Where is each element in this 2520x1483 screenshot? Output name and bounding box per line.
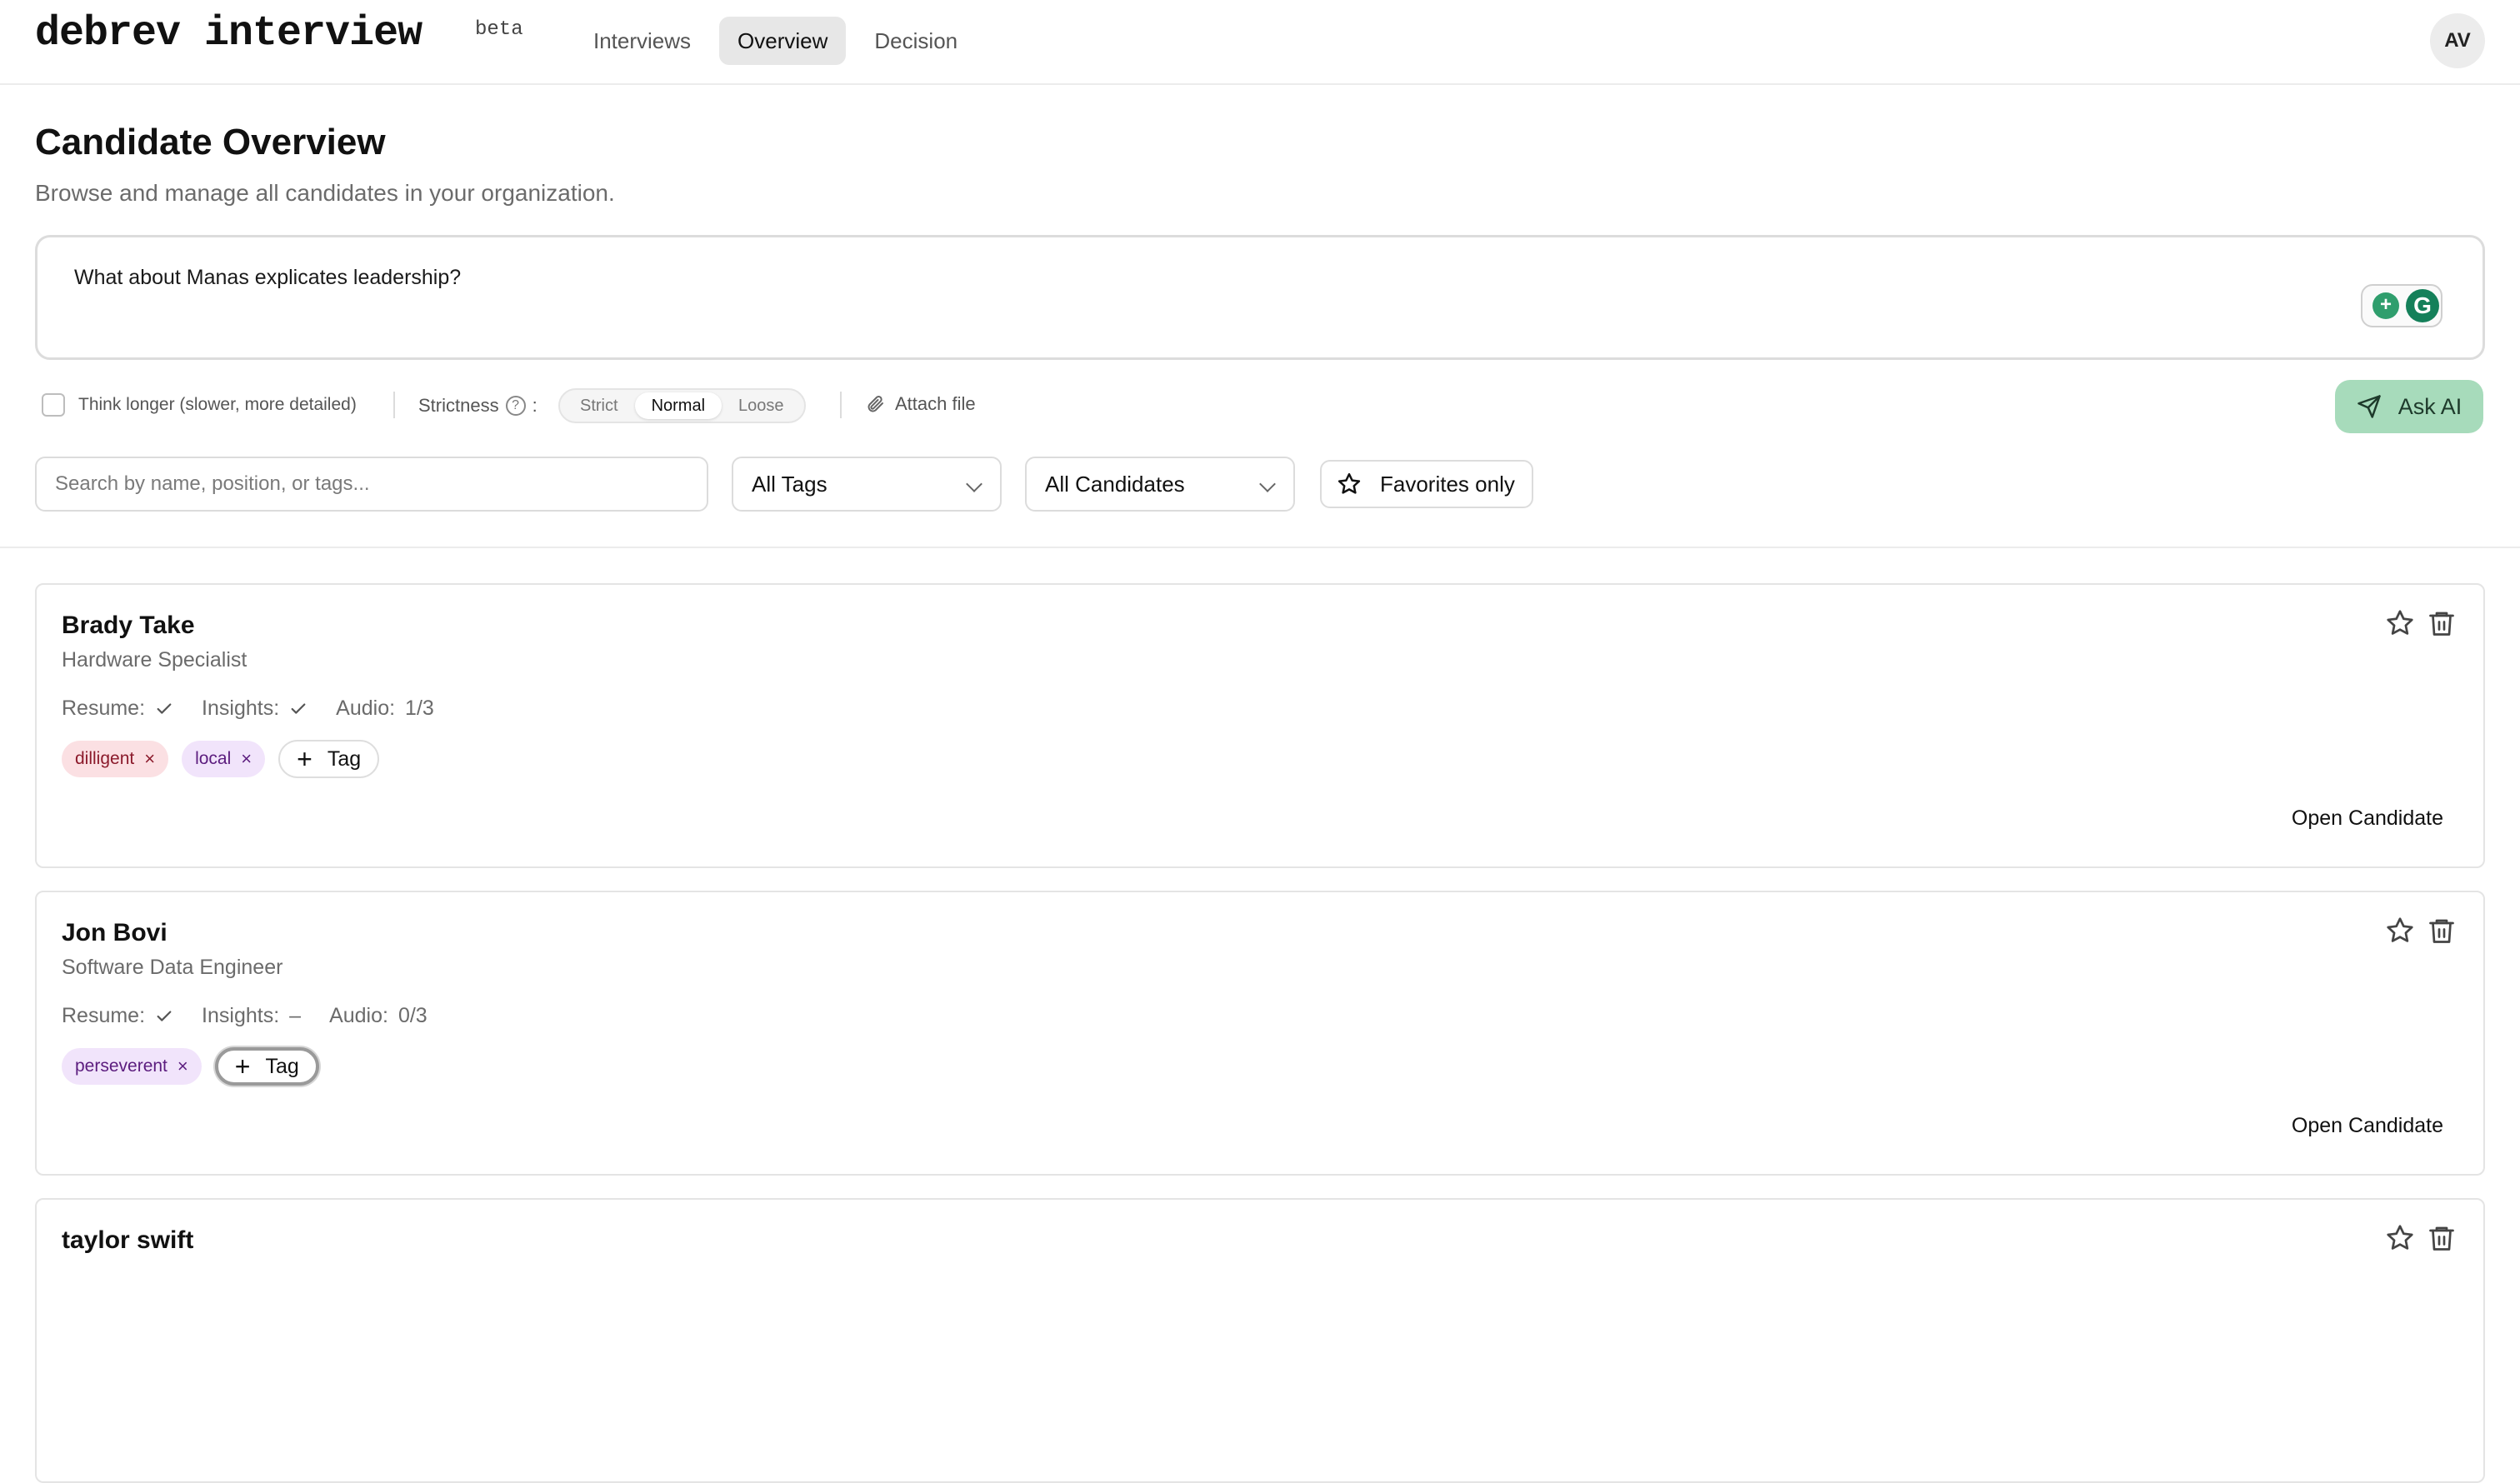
candidate-status-row: Resume: Insights: Audio: 1/3 (62, 697, 434, 721)
check-icon (157, 1010, 172, 1021)
strictness-strict[interactable]: Strict (563, 392, 635, 419)
strictness-label: Strictness (418, 395, 499, 416)
favorites-only-label: Favorites only (1380, 471, 1515, 497)
candidate-search-input[interactable] (35, 457, 708, 512)
open-candidate-link[interactable]: Open Candidate (2292, 1114, 2443, 1138)
paperclip-icon (868, 396, 883, 412)
page-subtitle: Browse and manage all candidates in your… (35, 180, 615, 206)
trash-icon[interactable] (2427, 608, 2457, 638)
audio-label: Audio: (336, 697, 396, 720)
resume-label: Resume: (62, 697, 146, 720)
tags-filter-value: All Tags (752, 472, 828, 497)
remove-tag-icon[interactable]: × (178, 1057, 188, 1076)
plus-icon: + (297, 744, 312, 774)
nav-tab-decision[interactable]: Decision (856, 17, 976, 65)
strictness-normal[interactable]: Normal (634, 392, 722, 419)
user-avatar[interactable]: AV (2430, 13, 2485, 68)
plus-icon: + (234, 1051, 251, 1081)
think-longer-checkbox[interactable] (42, 393, 65, 417)
candidate-name: taylor swift (62, 1226, 194, 1254)
candidate-name: Jon Bovi (62, 919, 168, 946)
insights-status: Insights: (202, 697, 308, 721)
tag-chip: dilligent × (62, 741, 169, 777)
grammarly-widget[interactable]: + G (2361, 284, 2442, 327)
help-icon[interactable]: ? (505, 396, 526, 416)
top-navigation-bar: debrev interview beta Interviews Overvie… (0, 0, 2520, 85)
divider (393, 392, 395, 418)
favorites-only-toggle[interactable]: Favorites only (1320, 460, 1533, 508)
main-nav: Interviews Overview Decision (575, 17, 976, 65)
candidate-tags: dilligent × local × + Tag (62, 740, 380, 778)
attach-file-label: Attach file (895, 393, 976, 414)
star-icon (1338, 472, 1361, 494)
strictness-separator: : (532, 395, 538, 416)
audio-status: Audio: 1/3 (336, 697, 434, 721)
add-tag-label: Tag (327, 746, 362, 771)
strictness-label-group: Strictness ? : (418, 395, 538, 417)
audio-label: Audio: (329, 1004, 388, 1027)
trash-icon[interactable] (2427, 1223, 2457, 1253)
favorite-star-icon[interactable] (2385, 608, 2415, 638)
resume-status: Resume: (62, 697, 173, 721)
candidate-card: taylor swift (35, 1198, 2485, 1483)
nav-tab-interviews[interactable]: Interviews (575, 17, 709, 65)
tag-label: dilligent (75, 749, 135, 768)
grammarly-icon[interactable]: G (2406, 289, 2439, 322)
candidate-card: Brady Take Hardware Specialist Resume: I… (35, 583, 2485, 868)
ask-ai-textarea[interactable]: What about Manas explicates leadership? … (35, 235, 2485, 360)
think-longer-label: Think longer (slower, more detailed) (78, 395, 357, 414)
chevron-down-icon (966, 476, 982, 492)
tag-chip: local × (182, 741, 266, 777)
ask-ai-button[interactable]: Ask AI (2335, 380, 2483, 433)
trash-icon[interactable] (2427, 916, 2457, 946)
strictness-loose[interactable]: Loose (722, 392, 801, 419)
favorite-star-icon[interactable] (2385, 916, 2415, 946)
remove-tag-icon[interactable]: × (144, 750, 155, 768)
resume-label: Resume: (62, 1004, 146, 1027)
add-tag-label: Tag (265, 1054, 299, 1078)
nav-tab-overview[interactable]: Overview (719, 17, 847, 65)
tag-chip: perseverent × (62, 1048, 202, 1085)
add-tag-button[interactable]: + Tag (214, 1047, 319, 1086)
ask-ai-label: Ask AI (2398, 393, 2462, 419)
remove-tag-icon[interactable]: × (241, 750, 252, 768)
favorite-star-icon[interactable] (2385, 1223, 2415, 1253)
audio-status: Audio: 0/3 (329, 1004, 428, 1028)
tag-label: perseverent (75, 1056, 168, 1076)
insights-value: – (289, 1004, 302, 1027)
candidate-tags: perseverent × + Tag (62, 1047, 319, 1086)
insights-label: Insights: (202, 1004, 280, 1027)
beta-badge: beta (475, 18, 523, 41)
section-divider (0, 547, 2520, 548)
ask-options-row: Think longer (slower, more detailed) Str… (35, 380, 2485, 433)
audio-value: 1/3 (405, 697, 434, 720)
candidate-card: Jon Bovi Software Data Engineer Resume: … (35, 891, 2485, 1176)
tag-label: local (195, 749, 232, 768)
candidate-status-row: Resume: Insights: – Audio: 0/3 (62, 1004, 428, 1028)
divider (840, 392, 842, 418)
candidate-role: Software Data Engineer (62, 956, 283, 979)
app-logo[interactable]: debrev interview (35, 10, 422, 57)
chevron-down-icon (1259, 476, 1276, 492)
audio-value: 0/3 (398, 1004, 428, 1027)
send-icon (2357, 395, 2381, 418)
candidates-filter-select[interactable]: All Candidates (1025, 457, 1295, 512)
strictness-segmented-control: Strict Normal Loose (558, 388, 806, 423)
insights-label: Insights: (202, 697, 280, 720)
candidates-filter-value: All Candidates (1045, 472, 1185, 497)
insights-status: Insights: – (202, 1004, 301, 1028)
tags-filter-select[interactable]: All Tags (732, 457, 1002, 512)
add-tag-button[interactable]: + Tag (278, 740, 380, 778)
attach-file-button[interactable]: Attach file (865, 393, 976, 415)
candidate-role: Hardware Specialist (62, 648, 248, 672)
candidate-name: Brady Take (62, 612, 195, 639)
think-longer-toggle[interactable]: Think longer (slower, more detailed) (42, 393, 357, 417)
check-icon (291, 702, 306, 714)
ask-ai-query-text[interactable]: What about Manas explicates leadership? (74, 266, 461, 290)
check-icon (157, 702, 172, 714)
lightbulb-icon[interactable]: + (2372, 292, 2399, 319)
page-title: Candidate Overview (35, 122, 386, 162)
open-candidate-link[interactable]: Open Candidate (2292, 806, 2443, 831)
resume-status: Resume: (62, 1004, 173, 1028)
